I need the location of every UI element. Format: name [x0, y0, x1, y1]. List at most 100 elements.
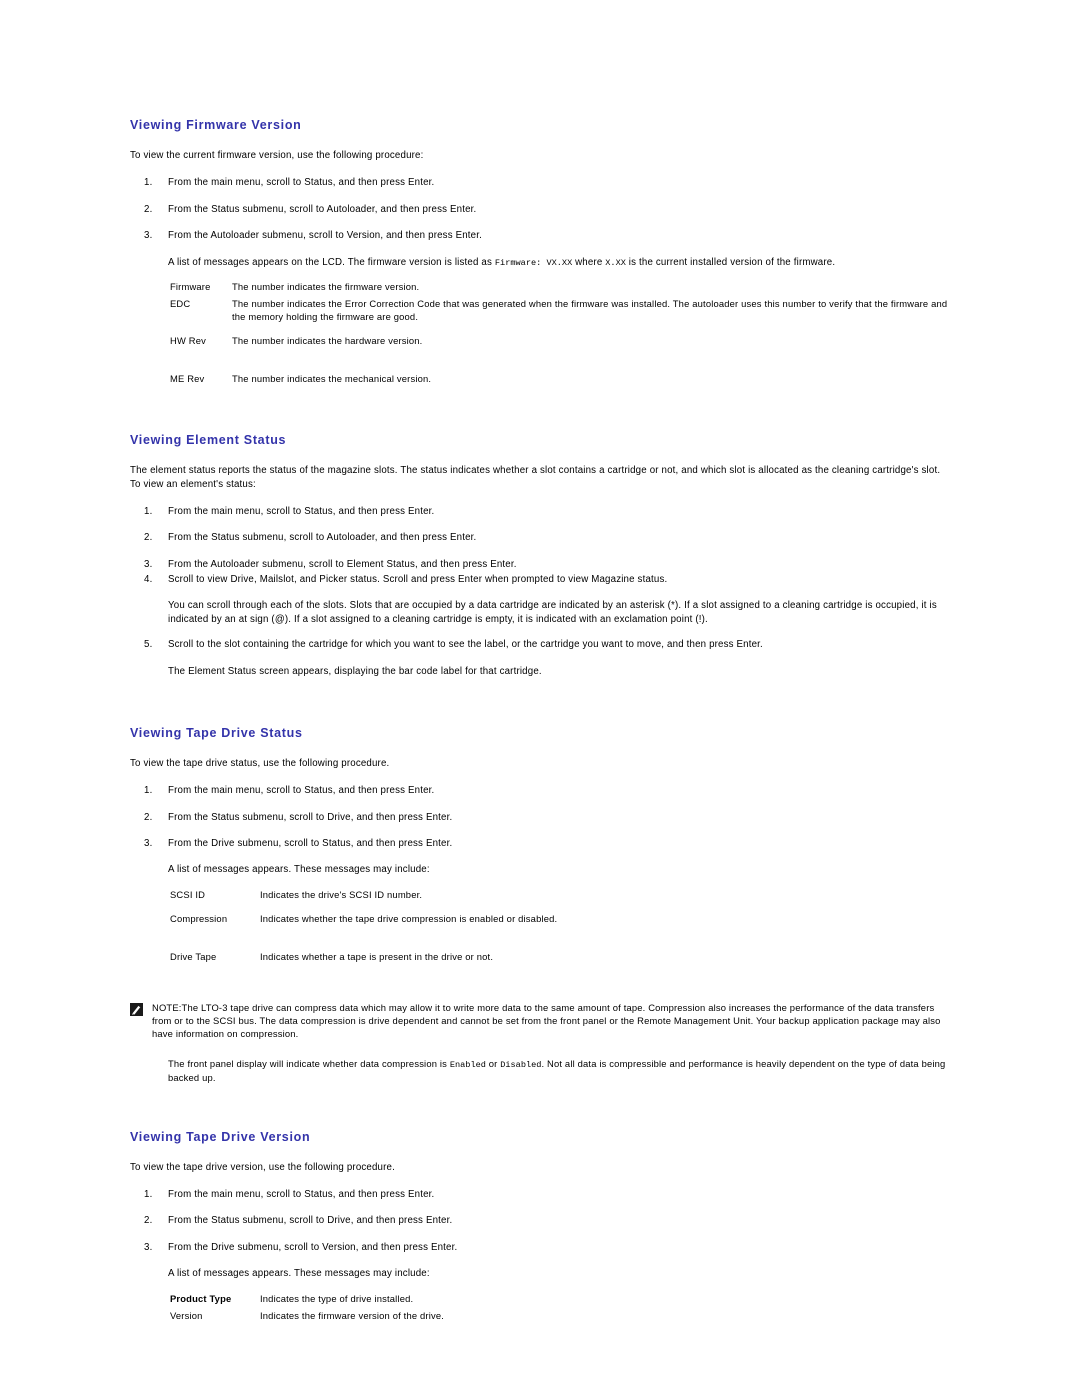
heading-viewing-element-status: Viewing Element Status: [130, 433, 287, 448]
desc-compression: Indicates whether the tape drive compres…: [260, 912, 558, 924]
intro-element-status: The element status reports the status of…: [130, 465, 941, 490]
result-prefix: A list of messages appears on the LCD. T…: [168, 256, 495, 268]
list-marker: 2.: [144, 532, 153, 544]
desc-firmware: The number indicates the firmware versio…: [232, 281, 420, 293]
note-second-prefix: The front panel display will indicate wh…: [168, 1057, 450, 1069]
table-row: Firmware The number indicates the firmwa…: [130, 281, 950, 298]
result-middle: where: [572, 256, 606, 268]
table-row: HW Rev The number indicates the hardware…: [130, 335, 950, 373]
intro-firmware-version: To view the current firmware version, us…: [130, 150, 424, 161]
list-marker: 2.: [144, 203, 153, 215]
list-item-text: Scroll to the slot containing the cartri…: [168, 639, 763, 651]
enabled-code: Enabled: [449, 1059, 486, 1070]
list-marker: 5.: [144, 639, 153, 651]
procedure-list-tape-drive-status: 1. From the main menu, scroll to Status,…: [130, 784, 950, 850]
list-marker: 1.: [144, 177, 153, 189]
list-item: 2. From the Status submenu, scroll to Dr…: [130, 811, 950, 824]
procedure-list-firmware-version: 1. From the main menu, scroll to Status,…: [130, 176, 950, 242]
list-marker: 3.: [144, 558, 153, 570]
list-marker: 1.: [144, 1189, 153, 1201]
list-marker: 1.: [144, 505, 153, 517]
table-row: ME Rev The number indicates the mechanic…: [130, 373, 950, 397]
term-version: Version: [170, 1309, 203, 1321]
note-pencil-icon: [130, 1002, 143, 1016]
table-row: EDC The number indicates the Error Corre…: [130, 298, 950, 335]
table-row: Drive Tape Indicates whether a tape is p…: [130, 951, 950, 975]
list-item-text: Scroll to view Drive, Mailslot, and Pick…: [168, 574, 668, 586]
list-item: 3. From the Autoloader submenu, scroll t…: [130, 229, 950, 242]
desc-me-rev: The number indicates the mechanical vers…: [232, 373, 432, 385]
definition-table-firmware: Firmware The number indicates the firmwa…: [130, 281, 950, 397]
table-row: Compression Indicates whether the tape d…: [130, 913, 950, 951]
document-content: Viewing Firmware Version To view the cur…: [130, 118, 950, 1334]
list-item-text: From the Status submenu, scroll to Drive…: [168, 811, 453, 823]
note-second-middle: or: [485, 1057, 501, 1069]
procedure-list-element-status-cont: 5. Scroll to the slot containing the car…: [130, 638, 950, 651]
list-item-text: From the Autoloader submenu, scroll to E…: [168, 558, 517, 570]
document-page: Viewing Firmware Version To view the cur…: [0, 0, 1080, 1397]
list-item: 1. From the main menu, scroll to Status,…: [130, 1188, 950, 1201]
list-item: 1. From the main menu, scroll to Status,…: [130, 784, 950, 797]
list-item: 5. Scroll to the slot containing the car…: [130, 638, 950, 651]
list-item: 2. From the Status submenu, scroll to Au…: [130, 531, 950, 544]
desc-edc: The number indicates the Error Correctio…: [232, 298, 948, 323]
list-item-text: From the Status submenu, scroll to Drive…: [168, 1215, 453, 1227]
list-marker: 2.: [144, 811, 153, 823]
term-drive-tape: Drive Tape: [170, 950, 217, 962]
heading-viewing-tape-drive-version: Viewing Tape Drive Version: [130, 1129, 311, 1144]
desc-scsi-id: Indicates the drive's SCSI ID number.: [260, 888, 423, 900]
list-marker: 2.: [144, 1215, 153, 1227]
list-item: 2. From the Status submenu, scroll to Au…: [130, 203, 950, 216]
note-text: NOTE:The LTO-3 tape drive can compress d…: [152, 1001, 941, 1040]
desc-product-type: Indicates the type of drive installed.: [260, 1292, 414, 1304]
list-item: 4. Scroll to view Drive, Mailslot, and P…: [130, 573, 950, 586]
desc-hw-rev: The number indicates the hardware versio…: [232, 335, 423, 347]
procedure-list-tape-drive-version: 1. From the main menu, scroll to Status,…: [130, 1188, 950, 1254]
list-item-text: From the Drive submenu, scroll to Versio…: [168, 1241, 458, 1253]
tape-drive-version-messages-intro: A list of messages appears. These messag…: [168, 1268, 430, 1280]
table-row: SCSI ID Indicates the drive's SCSI ID nu…: [130, 889, 950, 913]
term-firmware: Firmware: [170, 281, 211, 293]
element-status-slot-indicators-note: You can scroll through each of the slots…: [168, 600, 937, 625]
definition-table-tape-drive-version: Product Type Indicates the type of drive…: [130, 1293, 950, 1334]
list-item-text: From the main menu, scroll to Status, an…: [168, 177, 435, 189]
version-placeholder-code: X.XX: [605, 257, 626, 268]
list-item: 1. From the main menu, scroll to Status,…: [130, 176, 950, 189]
result-suffix: is the current installed version of the …: [625, 256, 836, 268]
table-row: Product Type Indicates the type of drive…: [130, 1293, 950, 1310]
list-marker: 4.: [144, 574, 153, 586]
desc-drive-tape: Indicates whether a tape is present in t…: [260, 950, 494, 962]
intro-tape-drive-version: To view the tape drive version, use the …: [130, 1161, 395, 1173]
list-item-text: From the Drive submenu, scroll to Status…: [168, 838, 453, 850]
definition-table-tape-drive-status: SCSI ID Indicates the drive's SCSI ID nu…: [130, 889, 950, 975]
tape-drive-status-messages-intro: A list of messages appears. These messag…: [168, 864, 430, 876]
list-item: 2. From the Status submenu, scroll to Dr…: [130, 1214, 950, 1227]
list-item-text: From the Status submenu, scroll to Autol…: [168, 532, 477, 544]
list-item-text: From the main menu, scroll to Status, an…: [168, 505, 435, 517]
list-item: 1. From the main menu, scroll to Status,…: [130, 505, 950, 518]
procedure-list-element-status: 1. From the main menu, scroll to Status,…: [130, 505, 950, 587]
disabled-code: Disabled: [500, 1059, 542, 1070]
intro-tape-drive-status: To view the tape drive status, use the f…: [130, 757, 390, 769]
list-item-text: From the Autoloader submenu, scroll to V…: [168, 230, 482, 242]
heading-viewing-tape-drive-status: Viewing Tape Drive Status: [130, 725, 303, 740]
firmware-version-code: Firmware: VX.XX: [494, 257, 573, 268]
list-marker: 3.: [144, 1241, 153, 1253]
term-scsi-id: SCSI ID: [170, 888, 206, 900]
term-edc: EDC: [170, 298, 191, 310]
element-status-closing-text: The Element Status screen appears, displ…: [168, 665, 542, 677]
list-item-text: From the Status submenu, scroll to Autol…: [168, 203, 477, 215]
list-item: 3. From the Drive submenu, scroll to Sta…: [130, 837, 950, 850]
list-item: 3. From the Autoloader submenu, scroll t…: [130, 558, 950, 571]
note-callout: NOTE:The LTO-3 tape drive can compress d…: [130, 1001, 950, 1041]
list-marker: 1.: [144, 785, 153, 797]
desc-version: Indicates the firmware version of the dr…: [260, 1309, 445, 1321]
table-row: Version Indicates the firmware version o…: [130, 1310, 950, 1334]
term-hw-rev: HW Rev: [170, 335, 206, 347]
term-compression: Compression: [170, 912, 228, 924]
note-secondary-text: The front panel display will indicate wh…: [168, 1057, 950, 1085]
list-marker: 3.: [144, 838, 153, 850]
